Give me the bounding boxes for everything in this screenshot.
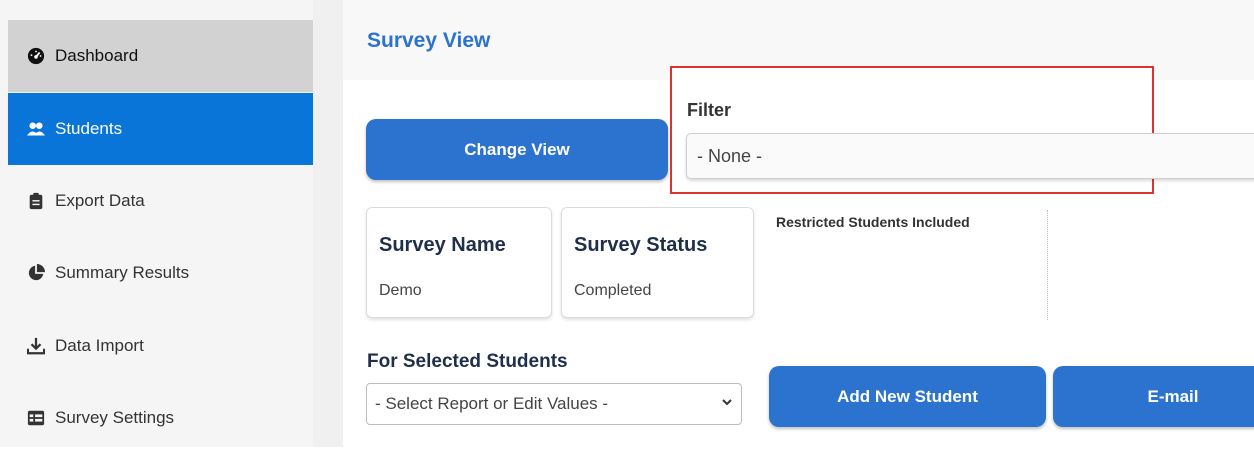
column-divider [1047, 210, 1048, 320]
filter-selected-value: - None - [697, 145, 763, 166]
users-icon [27, 120, 45, 138]
main-content: Survey View Change View Filter - None - … [343, 0, 1254, 447]
sidebar-item-data-import[interactable]: Data Import [8, 310, 313, 382]
sidebar-item-label: Export Data [55, 191, 145, 210]
survey-status-card: Survey Status Completed [561, 207, 754, 318]
sidebar-item-dashboard[interactable]: Dashboard [8, 20, 313, 92]
sidebar-item-export-data[interactable]: Export Data [8, 165, 313, 237]
clipboard-icon [27, 192, 45, 210]
report-select[interactable]: - Select Report or Edit Values - [366, 383, 742, 425]
sidebar: Dashboard Students Export Data Summary R… [0, 0, 313, 447]
survey-status-value: Completed [574, 282, 652, 299]
email-button[interactable]: E-mail [1053, 366, 1254, 427]
sidebar-item-label: Students [55, 119, 123, 138]
sidebar-item-students[interactable]: Students [8, 93, 313, 165]
sidebar-item-survey-settings[interactable]: Survey Settings [8, 382, 313, 454]
survey-name-card: Survey Name Demo [366, 207, 552, 318]
filter-select[interactable]: - None - [686, 133, 1254, 179]
sidebar-item-summary-results[interactable]: Summary Results [8, 237, 313, 309]
page-title: Survey View [367, 29, 491, 52]
add-new-student-button[interactable]: Add New Student [769, 366, 1046, 427]
sidebar-divider [313, 0, 343, 447]
survey-name-label: Survey Name [379, 234, 506, 256]
restricted-students-label: Restricted Students Included [776, 214, 970, 230]
survey-name-value: Demo [379, 282, 422, 299]
survey-status-label: Survey Status [574, 234, 708, 256]
sidebar-item-label: Summary Results [55, 263, 190, 282]
sidebar-item-label: Data Import [55, 336, 144, 355]
gauge-icon [27, 47, 45, 65]
chevron-down-icon [722, 399, 732, 406]
table-icon [27, 409, 45, 427]
change-view-button[interactable]: Change View [366, 119, 668, 180]
sidebar-item-label: Survey Settings [55, 408, 175, 427]
filter-label: Filter [687, 100, 732, 120]
report-select-value: - Select Report or Edit Values - [375, 394, 609, 413]
sidebar-item-label: Dashboard [55, 46, 139, 65]
download-icon [27, 337, 45, 355]
selected-students-title: For Selected Students [367, 351, 568, 372]
pie-chart-icon [27, 264, 45, 282]
